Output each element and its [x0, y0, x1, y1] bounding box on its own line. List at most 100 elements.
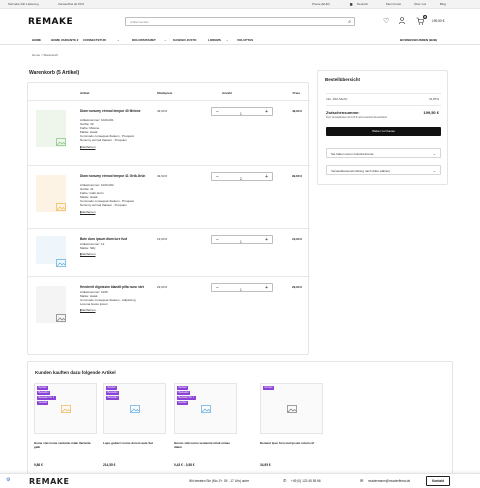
mail-icon: ✉: [360, 478, 364, 483]
coupon-label: Sie haben einen Gutscheincode: [331, 152, 374, 156]
minus-icon[interactable]: −: [216, 109, 219, 115]
chevron-down-icon: ⌄: [432, 151, 436, 156]
product-detail: Nonumy eirmod Zautem , Proquam: [80, 203, 127, 208]
quantity-stepper[interactable]: − 2 +: [211, 172, 273, 181]
product-detail: Lorema Gusto ipsum: [80, 302, 108, 307]
product-name[interactable]: Lupo guberri nomo dorem aute Set: [103, 441, 165, 445]
blog-link[interactable]: Blog: [440, 2, 446, 6]
product-name[interactable]: Hendrerit dignissim blandit pilta nunc s…: [80, 285, 150, 289]
nav-item-home-variante-2[interactable]: HOME VARIANTE 2: [51, 38, 78, 42]
order-summary: Bestellübersicht Inkl. 19% MwSt.: 31,85 …: [317, 70, 448, 185]
product-thumbnail[interactable]: [36, 175, 66, 212]
product-name[interactable]: Diam nonumy eirmod tempor 40 Melone: [80, 109, 150, 113]
image-placeholder-icon: [201, 405, 211, 414]
account-user-icon[interactable]: [399, 17, 405, 25]
recommendations-section: Kunden kauften dazu folgende Artikel Neu…: [27, 361, 453, 475]
product-name[interactable]: Hunno stät nomo venianmi ntiuk eimao dia…: [174, 441, 236, 449]
plus-icon[interactable]: +: [265, 174, 268, 180]
product-thumbnail[interactable]: [36, 110, 66, 147]
product-image[interactable]: Neuheit Bestseller Bestseller: [103, 383, 166, 434]
nav-item-b2b[interactable]: BUSINESSKUNDEN (B2B): [400, 38, 437, 42]
coupon-accordion[interactable]: Sie haben einen Gutscheincode ⌄: [326, 148, 441, 158]
product-badge: Bestseller: [106, 391, 120, 395]
product-details: Artikelnummer: 12 Marke: Silly: [80, 242, 170, 250]
divider: [326, 93, 441, 94]
product-badge: Bestseller: [177, 391, 191, 395]
quantity-value[interactable]: 1: [240, 287, 242, 293]
minus-icon[interactable]: −: [216, 285, 219, 291]
product-price: 214,55 €: [103, 463, 116, 467]
shipping-calc-accordion[interactable]: Versandkostenermittlung nach (bitte wähl…: [326, 165, 441, 175]
checkout-button[interactable]: Weiter zur Kasse: [326, 127, 441, 136]
quantity-value[interactable]: 1: [240, 239, 242, 245]
product-name[interactable]: Dement ipsu forn mal ipsum retum ref: [260, 441, 322, 445]
about-link[interactable]: Über uns: [414, 2, 426, 6]
product-name[interactable]: Diam nonumy eirmod tempor 41 Gelb-Grün: [80, 174, 150, 178]
nav-item-consectetur[interactable]: CONSECTETUR: [83, 38, 106, 42]
cart-count-badge: 1: [423, 15, 427, 19]
product-thumbnail[interactable]: [36, 236, 66, 267]
column-header-unit-price: Stückpreis: [157, 91, 173, 95]
cart-total[interactable]: 199,50 €: [432, 19, 444, 23]
plus-icon[interactable]: +: [265, 237, 268, 243]
subtotal-label: Zwischensumme:: [326, 110, 360, 115]
footer-bar: ⚙ REMAKE Wir beraten Sie (Mo.-Fr. 09 - 1…: [0, 473, 480, 488]
product-image[interactable]: Neuheit Bestseller Bestseller Nr. 1 Neuheit: [174, 383, 237, 434]
product-image[interactable]: Neuheit: [260, 383, 323, 434]
product-thumbnail[interactable]: [36, 286, 66, 323]
flag-de-icon: ▆: [350, 2, 353, 6]
page-title: Warenkorb (5 Artikel): [29, 70, 80, 76]
wishlist-heart-icon[interactable]: ♡: [383, 17, 389, 25]
nav-item-voluptas[interactable]: VOLUPTAS: [237, 38, 253, 42]
quantity-value[interactable]: 1: [240, 111, 242, 117]
line-total: 49,90 €: [291, 109, 302, 113]
my-account-link[interactable]: Mein Konto: [386, 2, 401, 6]
cookie-settings-icon[interactable]: ⚙: [6, 477, 10, 483]
product-image[interactable]: Neuheit Bestseller Bestseller Nr. 1 Versand: [34, 383, 97, 434]
product-card[interactable]: Neuheit Bestseller Bestseller Nr. 1 Neuheit…: [174, 383, 237, 477]
product-name[interactable]: Home stet nome veniamu miak Varianté gel…: [34, 441, 96, 449]
remove-link[interactable]: ▮ Entfernen: [80, 210, 96, 214]
search-icon[interactable]: ⌕: [348, 19, 351, 25]
language-selector[interactable]: Deutsch: [357, 2, 368, 6]
contact-button[interactable]: Kontakt: [426, 476, 450, 486]
cart-row: Diam nonumy eirmod tempor 40 Melone Artik…: [28, 100, 310, 165]
remove-link[interactable]: ▮ Entfernen: [80, 145, 96, 149]
product-badge: Bestseller: [37, 391, 51, 395]
product-card[interactable]: Neuheit Bestseller Bestseller Nr. 1 Versand…: [34, 383, 97, 477]
nav-item-home[interactable]: HOME: [32, 38, 41, 42]
minus-icon[interactable]: −: [216, 174, 219, 180]
image-placeholder-icon: [287, 405, 297, 414]
quantity-value[interactable]: 2: [240, 176, 242, 182]
minus-icon[interactable]: −: [216, 237, 219, 243]
nav-item-dolorsitamet[interactable]: DOLORSITAMET: [132, 38, 156, 42]
recommendations-title: Kunden kauften dazu folgende Artikel: [35, 370, 116, 375]
remove-link[interactable]: ▮ Entfernen: [80, 308, 96, 312]
nav-item-kasked-justo[interactable]: KASKED JUSTO: [173, 38, 196, 42]
footer-phone[interactable]: +49 (0) 123 45 55 66: [291, 479, 321, 483]
remove-link[interactable]: ▮ Entfernen: [80, 252, 96, 256]
product-name[interactable]: Bote duro ipsum diam iure fust: [80, 237, 150, 241]
product-badge: Versand: [37, 401, 49, 405]
quantity-stepper[interactable]: − 1 +: [211, 235, 273, 244]
product-card[interactable]: Neuheit Dement ipsu forn mal ipsum retum …: [260, 383, 323, 477]
nav-item-lorems[interactable]: LOREMS: [208, 38, 221, 42]
line-total: 29,90 €: [291, 285, 302, 289]
image-placeholder-icon: [130, 405, 140, 414]
product-badge: Neuheit: [177, 386, 188, 390]
search-input[interactable]: Artikel suchen ⌕: [125, 17, 355, 26]
plus-icon[interactable]: +: [265, 285, 268, 291]
plus-icon[interactable]: +: [265, 109, 268, 115]
unit-price: 29,90 €: [157, 285, 168, 289]
footer-logo[interactable]: REMAKE: [29, 477, 69, 486]
logo[interactable]: REMAKE: [28, 17, 73, 27]
product-card[interactable]: Neuheit Bestseller Bestseller Lupo guberri …: [103, 383, 166, 477]
line-total: 19,90 €: [291, 237, 302, 241]
currency-selector[interactable]: Preise (EUR): [312, 2, 330, 6]
quantity-stepper[interactable]: − 1 +: [211, 283, 273, 292]
footer-email[interactable]: mustermann@musterfirma.de: [368, 479, 410, 483]
cart-row: Hendrerit dignissim blandit pilta nunc s…: [28, 276, 310, 338]
breadcrumb[interactable]: Home > Warenkorb: [32, 53, 58, 57]
quantity-stepper[interactable]: − 1 +: [211, 107, 273, 116]
product-price: 9,86 €: [34, 463, 43, 467]
